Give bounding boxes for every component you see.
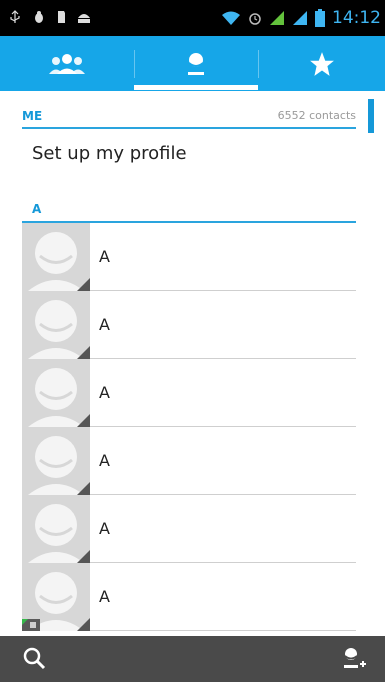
usb-icon: [10, 10, 20, 23]
add-contact-icon: [344, 648, 366, 668]
default-avatar-icon: [22, 427, 90, 495]
contact-name: A: [99, 383, 110, 402]
person-icon: [188, 52, 204, 75]
search-button[interactable]: [22, 646, 46, 674]
add-contact-button[interactable]: [340, 646, 366, 676]
me-label: ME: [22, 109, 43, 123]
bottom-action-bar: [0, 636, 385, 682]
avatar[interactable]: [22, 291, 90, 359]
section-letter: A: [32, 202, 42, 216]
status-bar: 14:12: [0, 0, 385, 36]
search-icon: [23, 647, 46, 670]
avatar[interactable]: [22, 223, 90, 291]
people-icon: [49, 53, 85, 74]
scrollbar[interactable]: [368, 99, 374, 133]
contacts-list[interactable]: ME 6552 contacts Set up my profile A A A…: [0, 91, 385, 636]
contacts-count: 6552 contacts: [277, 109, 356, 122]
tab-favorites[interactable]: [258, 36, 385, 91]
contact-row[interactable]: A: [22, 427, 356, 495]
row-divider: [90, 630, 356, 631]
contact-row[interactable]: A: [22, 223, 356, 291]
contact-row[interactable]: A: [22, 563, 356, 631]
contact-name: A: [99, 587, 110, 606]
bug-icon: [35, 11, 43, 23]
avatar[interactable]: [22, 427, 90, 495]
status-left-icons: [8, 10, 92, 24]
avatar[interactable]: [22, 359, 90, 427]
section-header-a: A: [22, 193, 356, 223]
setup-profile-item[interactable]: Set up my profile: [32, 143, 187, 164]
sim-card-icon: [22, 619, 40, 631]
contact-row[interactable]: A: [22, 291, 356, 359]
android-icon: [78, 14, 90, 23]
signal-icon: [270, 11, 284, 25]
signal-icon: [293, 11, 307, 25]
tab-bar: [0, 36, 385, 91]
me-section-header: ME 6552 contacts: [22, 99, 356, 129]
tab-groups[interactable]: [0, 36, 134, 91]
default-avatar-icon: [22, 359, 90, 427]
contact-row[interactable]: A: [22, 359, 356, 427]
contact-name: A: [99, 315, 110, 334]
default-avatar-icon: [22, 495, 90, 563]
alarm-icon: [249, 13, 261, 25]
contact-row[interactable]: A: [22, 495, 356, 563]
selected-tab-indicator: [134, 85, 258, 90]
status-right-icons: 14:12: [221, 8, 381, 28]
default-avatar-icon: [22, 291, 90, 359]
wifi-icon: [222, 11, 240, 25]
contact-name: A: [99, 247, 110, 266]
default-avatar-icon: [22, 223, 90, 291]
sd-card-icon: [58, 11, 65, 23]
contact-name: A: [99, 451, 110, 470]
star-icon: [309, 51, 334, 76]
tab-all-contacts[interactable]: [134, 36, 258, 91]
avatar[interactable]: [22, 495, 90, 563]
battery-icon: [315, 9, 325, 27]
contact-name: A: [99, 519, 110, 538]
status-time: 14:12: [332, 8, 381, 28]
